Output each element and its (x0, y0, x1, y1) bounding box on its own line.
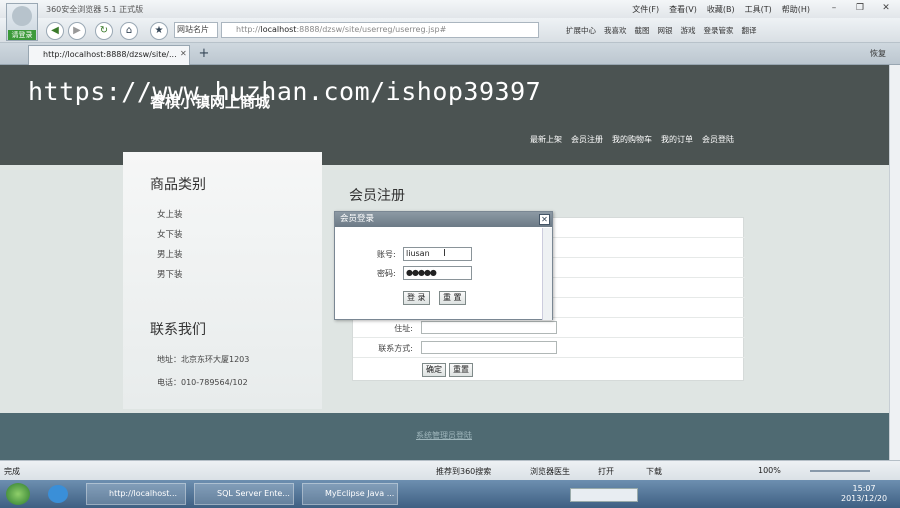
contact-phone: 电话：010-789564/102 (157, 378, 248, 387)
user-avatar-box[interactable]: 请登录 (6, 3, 38, 41)
contact-label: 联系方式: (378, 344, 413, 353)
menu-favorites[interactable]: 收藏(B) (707, 4, 735, 15)
admin-login-link[interactable]: 系统管理员登陆 (416, 430, 472, 441)
nav-orders[interactable]: 我的订单 (661, 134, 693, 145)
sidebar: 商品类别 女上装 女下装 男上装 男下装 联系我们 地址：北京东环大厦1203 … (123, 152, 322, 409)
restore-icon[interactable]: ❐ (850, 2, 870, 14)
new-tab-icon[interactable]: + (196, 46, 212, 62)
watermark-text: https://www.huzhan.com/ishop39397 (28, 77, 542, 106)
menu-tools[interactable]: 工具(T) (745, 4, 772, 15)
account-label: 账号: (377, 250, 396, 259)
address-host: localhost (260, 25, 297, 34)
address-input[interactable] (421, 321, 557, 334)
site-footer: 系统管理员登陆 (0, 413, 889, 460)
clock-time: 15:07 (852, 484, 876, 493)
register-confirm-button[interactable]: 确定 (422, 363, 446, 377)
ie-icon[interactable] (48, 485, 68, 503)
contact-title: 联系我们 (150, 322, 206, 338)
address-bar[interactable]: http://localhost:8888/dzsw/site/userreg/… (221, 22, 539, 38)
toolbar-like[interactable]: 我喜欢 (604, 25, 627, 36)
account-input[interactable]: liusan (403, 247, 472, 261)
close-window-icon[interactable]: ✕ (876, 2, 896, 14)
status-text: 完成 (4, 467, 20, 476)
toolbar-login-manager[interactable]: 登录管家 (704, 25, 734, 36)
window-buttons: – ❐ ✕ (824, 2, 896, 14)
dialog-close-icon[interactable]: ✕ (539, 214, 550, 225)
clock-date: 2013/12/20 (841, 494, 888, 503)
favorite-star-icon[interactable]: ★ (150, 22, 168, 40)
browser-title-bar: 360安全浏览器 5.1 正式版 文件(F) 查看(V) 收藏(B) 工具(T)… (0, 0, 900, 18)
address-prefix: http:// (236, 25, 261, 34)
login-dialog: 会员登录 ✕ 账号: liusan I 密码: ●●●●● 登 录 重 置 (334, 211, 553, 320)
app-title: 360安全浏览器 5.1 正式版 (46, 5, 144, 14)
status-browser-doctor[interactable]: 浏览器医生 (530, 466, 570, 477)
minimize-icon[interactable]: – (824, 2, 844, 14)
register-reset-button[interactable]: 重置 (449, 363, 473, 377)
taskbar-item-browser[interactable]: http://localhost... (86, 483, 186, 505)
toolbar-screenshot[interactable]: 截图 (635, 25, 650, 36)
zoom-slider[interactable] (810, 470, 870, 472)
home-icon[interactable]: ⌂ (120, 22, 138, 40)
taskbar-item-sqlserver[interactable]: SQL Server Ente... (194, 483, 294, 505)
dialog-title: 会员登录 (335, 212, 552, 227)
address-path: :8888/dzsw/site/userreg/userreg.jsp# (296, 25, 447, 34)
address-label: 住址: (394, 324, 413, 333)
site-card-dropdown[interactable]: 网站名片 (174, 22, 218, 38)
clock[interactable]: 15:07 2013/12/20 (841, 484, 887, 504)
nav-new-arrivals[interactable]: 最新上架 (530, 134, 562, 145)
nav-register[interactable]: 会员注册 (571, 134, 603, 145)
toolbar-links: 扩展中心 我喜欢 截图 网银 游戏 登录管家 翻译 (566, 25, 757, 36)
register-title: 会员注册 (349, 188, 405, 204)
category-title: 商品类别 (150, 177, 206, 193)
tab-close-icon[interactable]: ✕ (180, 49, 187, 58)
tab-active[interactable]: http://localhost:8888/dzsw/site/... (28, 45, 190, 65)
taskbar-item-myeclipse[interactable]: MyEclipse Java ... (302, 483, 398, 505)
avatar (12, 6, 32, 26)
password-input[interactable]: ●●●●● (403, 266, 472, 280)
tab-bar: http://localhost:8888/dzsw/site/... ✕ + … (0, 43, 900, 65)
contact-input[interactable] (421, 341, 557, 354)
dialog-scrollbar[interactable] (542, 228, 552, 320)
browser-nav-bar: ◀ ▶ ↻ ⌂ ★ 网站名片 http://localhost:8888/dzs… (0, 18, 900, 43)
tray-input-box[interactable] (570, 488, 638, 502)
refresh-icon[interactable]: ↻ (95, 22, 113, 40)
status-bar: 完成 推荐到360搜索 浏览器医生 打开 下载 100% (0, 460, 900, 480)
page-scrollbar[interactable] (889, 65, 900, 460)
password-label: 密码: (377, 269, 396, 278)
menu-file[interactable]: 文件(F) (632, 4, 659, 15)
form-row: 联系方式: (353, 338, 745, 358)
restore-tab-label[interactable]: 恢复 (870, 48, 886, 59)
forward-icon[interactable]: ▶ (68, 22, 86, 40)
text-cursor-icon: I (443, 248, 446, 259)
category-item[interactable]: 男下装 (157, 268, 183, 280)
login-chip[interactable]: 请登录 (8, 30, 36, 40)
toolbar-bank[interactable]: 网银 (658, 25, 673, 36)
toolbar-translate[interactable]: 翻译 (742, 25, 757, 36)
login-button[interactable]: 登 录 (403, 291, 430, 305)
back-icon[interactable]: ◀ (46, 22, 64, 40)
category-item[interactable]: 女上装 (157, 208, 183, 220)
toolbar-extensions[interactable]: 扩展中心 (566, 25, 596, 36)
start-button-icon[interactable] (6, 483, 30, 505)
site-nav: 最新上架 会员注册 我的购物车 我的订单 会员登陆 (530, 134, 734, 145)
os-taskbar: http://localhost... SQL Server Ente... M… (0, 480, 900, 508)
category-item[interactable]: 女下装 (157, 228, 183, 240)
nav-cart[interactable]: 我的购物车 (612, 134, 652, 145)
status-open[interactable]: 打开 (598, 466, 614, 477)
category-item[interactable]: 男上装 (157, 248, 183, 260)
menu-help[interactable]: 帮助(H) (782, 4, 810, 15)
dialog-reset-button[interactable]: 重 置 (439, 291, 466, 305)
form-row: 住址: (353, 318, 745, 338)
status-download[interactable]: 下载 (646, 466, 662, 477)
nav-login[interactable]: 会员登陆 (702, 134, 734, 145)
zoom-level[interactable]: 100% (758, 466, 781, 475)
browser-menu: 文件(F) 查看(V) 收藏(B) 工具(T) 帮助(H) (632, 4, 810, 15)
menu-view[interactable]: 查看(V) (669, 4, 697, 15)
contact-address: 地址：北京东环大厦1203 (157, 355, 250, 364)
status-search-recommend[interactable]: 推荐到360搜索 (436, 466, 491, 477)
toolbar-games[interactable]: 游戏 (681, 25, 696, 36)
